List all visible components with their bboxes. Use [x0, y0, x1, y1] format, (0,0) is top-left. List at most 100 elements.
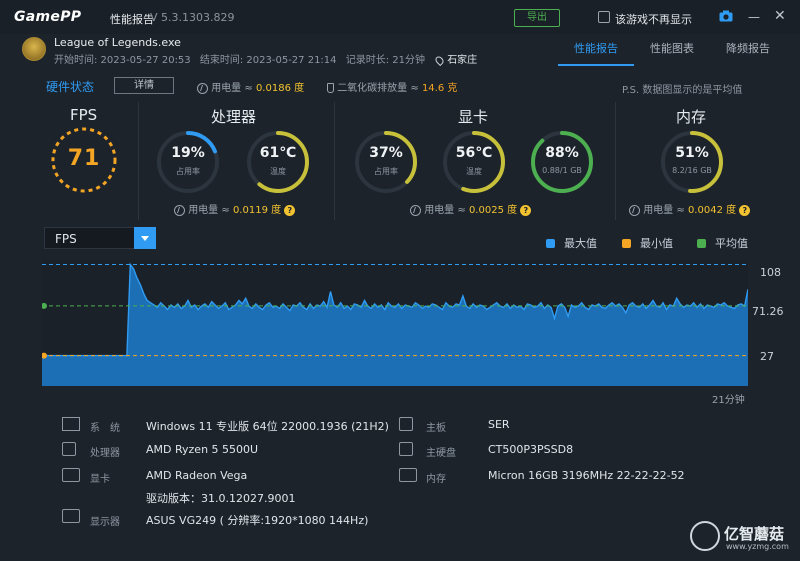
fps-area	[42, 264, 748, 386]
co2-emission: 二氧化碳排放量 ≈ 14.6 克	[327, 79, 457, 94]
legend-avg: 平均值	[697, 235, 748, 251]
power-icon	[410, 204, 421, 216]
metric-select[interactable]: FPS	[44, 227, 156, 249]
windows-icon	[62, 417, 80, 431]
legend-max: 最大值	[546, 235, 597, 251]
duration: 记录时长: 21分钟	[345, 55, 425, 66]
help-icon[interactable]: ?	[739, 204, 751, 216]
game-name: League of Legends.exe	[54, 36, 181, 49]
y-max-label: 108	[760, 266, 781, 279]
fps-gauge: 71	[50, 126, 118, 194]
total-power: 用电量 ≈ 0.0186 度	[197, 79, 304, 94]
disk-value: CT500P3PSSD8	[488, 443, 574, 456]
memory-title: 内存	[676, 108, 707, 126]
cpu-temp-gauge: 61℃ 温度	[245, 129, 311, 195]
minimize-icon[interactable]: —	[748, 10, 760, 24]
board-label: 主板	[426, 423, 446, 434]
gpu-usage-value: 37%	[369, 145, 403, 161]
cpu-temp-label: 温度	[270, 167, 286, 176]
memory-usage-ring	[661, 131, 723, 193]
window-title: 性能报告	[110, 13, 154, 26]
cpu-usage-gauge: 19% 占用率	[155, 129, 221, 195]
start-time: 开始时间: 2023-05-27 20:53	[54, 55, 191, 66]
cpu-temp-value: 61℃	[259, 145, 297, 161]
gpu-power: 用电量 ≈ 0.0025 度 ?	[410, 201, 532, 216]
monitor-icon	[62, 509, 80, 523]
cpu-label: 处理器	[90, 448, 120, 459]
divider	[615, 102, 616, 220]
gpu-vram-label: 0.88/1 GB	[542, 166, 582, 175]
game-icon	[22, 37, 46, 61]
tab-throttle-report[interactable]: 降频报告	[710, 40, 786, 66]
power-icon	[174, 204, 185, 216]
version-label: V 5.3.1303.829	[150, 11, 235, 24]
gpu-label: 显卡	[90, 474, 110, 485]
memory-power: 用电量 ≈ 0.0042 度 ?	[629, 201, 751, 216]
camera-icon[interactable]	[719, 10, 733, 22]
help-icon[interactable]: ?	[284, 204, 296, 216]
avg-note: P.S. 数据图显示的是平均值	[622, 85, 743, 96]
display-value: ASUS VG249 ( 分辨率:1920*1080 144Hz)	[146, 514, 369, 527]
no-show-label[interactable]: 该游戏不再显示	[615, 11, 692, 27]
tab-performance-report[interactable]: 性能报告	[558, 40, 634, 66]
memory-usage-value: 51%	[675, 145, 709, 161]
no-show-checkbox[interactable]	[598, 11, 610, 23]
export-button[interactable]: 导出	[514, 9, 560, 27]
gpu-usage-ring	[355, 131, 417, 193]
hardware-status-title: 硬件状态	[46, 80, 95, 94]
fps-value: 71	[67, 146, 101, 171]
chevron-down-icon[interactable]	[134, 227, 156, 249]
power-icon	[629, 204, 640, 216]
memory-usage-label: 8.2/16 GB	[672, 166, 712, 175]
gpu-vram-ring	[531, 131, 593, 193]
city: 石家庄	[447, 55, 478, 66]
mushroom-logo-icon	[690, 521, 720, 551]
gpu-value: AMD Radeon Vega	[146, 469, 248, 482]
os-value: Windows 11 专业版 64位 22000.1936 (21H2)	[146, 420, 389, 433]
power-icon	[197, 82, 208, 94]
end-time: 结束时间: 2023-05-27 21:14	[199, 55, 337, 66]
report-tabs: 性能报告 性能图表 降频报告	[558, 40, 786, 66]
os-label: 系 统	[90, 423, 120, 434]
gpu-vram-gauge: 88% 0.88/1 GB	[529, 129, 595, 195]
board-value: SER	[488, 418, 510, 431]
detail-button[interactable]: 详情	[114, 77, 174, 94]
cpu-value: AMD Ryzen 5 5500U	[146, 443, 259, 456]
cpu-usage-label: 占用率	[176, 167, 200, 176]
fps-title: FPS	[70, 106, 98, 124]
gamepp-logo: GamePP	[14, 9, 82, 25]
legend-swatch	[622, 238, 631, 248]
session-meta: 开始时间: 2023-05-27 20:53 结束时间: 2023-05-27 …	[54, 51, 483, 66]
cpu-icon	[62, 442, 76, 456]
cpu-usage-ring	[157, 131, 219, 193]
motherboard-icon	[399, 417, 413, 431]
watermark-name: 亿智蘑菇	[724, 525, 785, 543]
legend-swatch	[546, 238, 555, 248]
divider	[334, 102, 335, 220]
gpu-vram-value: 88%	[545, 145, 579, 161]
location-pin-icon	[434, 54, 446, 66]
legend-swatch	[697, 238, 706, 248]
gpu-temp-gauge: 56℃ 温度	[441, 129, 507, 195]
gpu-temp-label: 温度	[466, 167, 482, 176]
legend-min: 最小值	[622, 235, 673, 251]
help-icon[interactable]: ?	[520, 204, 532, 216]
ram-value: Micron 16GB 3196MHz 22-22-22-52	[488, 469, 685, 482]
fps-chart	[41, 260, 749, 386]
cpu-usage-value: 19%	[171, 145, 205, 161]
metric-select-value: FPS	[55, 232, 77, 246]
divider	[138, 102, 139, 220]
display-label: 显示器	[90, 517, 120, 528]
tab-performance-chart[interactable]: 性能图表	[634, 40, 710, 66]
gpu-temp-value: 56℃	[455, 145, 493, 161]
gpu-title: 显卡	[458, 108, 489, 126]
ref-dot-avg	[41, 302, 47, 309]
gpu-usage-label: 占用率	[374, 167, 398, 176]
disk-label: 主硬盘	[426, 448, 456, 459]
memory-usage-gauge: 51% 8.2/16 GB	[659, 129, 725, 195]
fps-chart-svg	[41, 262, 749, 386]
close-icon[interactable]: ✕	[774, 8, 786, 24]
disk-icon	[399, 442, 413, 456]
gpu-icon	[62, 468, 80, 482]
cpu-power: 用电量 ≈ 0.0119 度 ?	[174, 201, 296, 216]
